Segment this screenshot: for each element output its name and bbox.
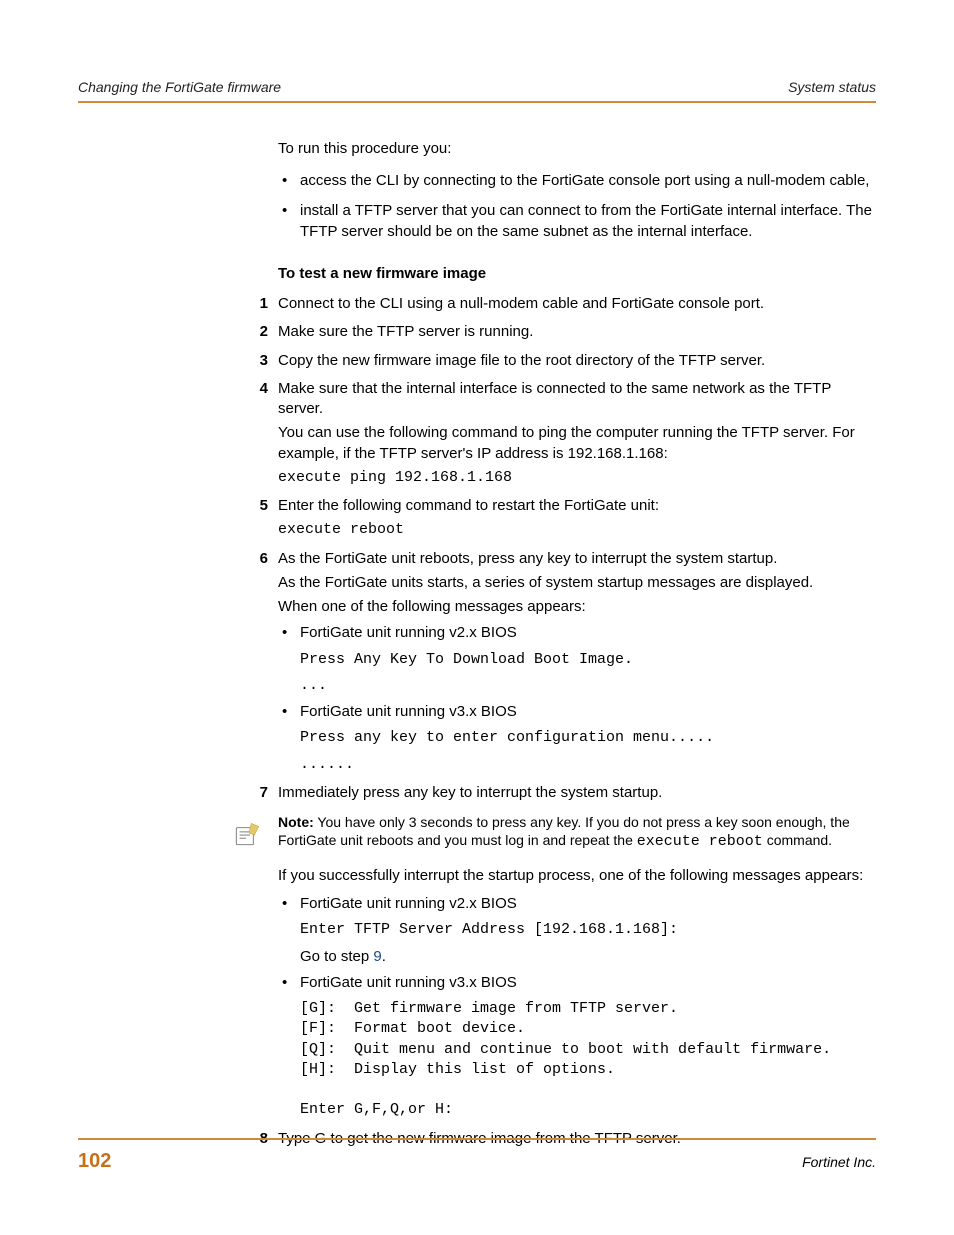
- step-text: Make sure that the internal interface is…: [278, 379, 876, 420]
- running-header: Changing the FortiGate firmware System s…: [78, 78, 876, 101]
- sub-bullet: FortiGate unit running v2.x BIOS: [278, 623, 876, 643]
- sub-bullets: FortiGate unit running v3.x BIOS: [278, 973, 876, 993]
- step-6: 6 As the FortiGate unit reboots, press a…: [238, 549, 876, 775]
- step-text: Copy the new firmware image file to the …: [278, 351, 876, 371]
- step-number: 4: [238, 379, 268, 399]
- code-line: Press any key to enter configuration men…: [300, 728, 876, 748]
- intro-bullet: install a TFTP server that you can conne…: [278, 201, 876, 242]
- sub-bullets: FortiGate unit running v2.x BIOS: [278, 623, 876, 643]
- code-line: Press Any Key To Download Boot Image.: [300, 650, 876, 670]
- code-line: execute ping 192.168.1.168: [278, 468, 876, 488]
- code-line: ...: [300, 676, 876, 696]
- goto-step: Go to step 9.: [300, 947, 876, 967]
- step-7: 7 Immediately press any key to interrupt…: [238, 783, 876, 803]
- footer-rule: [78, 1138, 876, 1140]
- header-left: Changing the FortiGate firmware: [78, 78, 281, 97]
- sub-bullet: FortiGate unit running v3.x BIOS: [278, 702, 876, 722]
- intro-lead: To run this procedure you:: [278, 139, 876, 159]
- sub-bullet: FortiGate unit running v3.x BIOS: [278, 973, 876, 993]
- step-text: Connect to the CLI using a null-modem ca…: [278, 294, 876, 314]
- goto-text: .: [382, 948, 386, 965]
- step-5: 5 Enter the following command to restart…: [238, 496, 876, 541]
- note-bold: Note:: [278, 814, 314, 830]
- note-text: Note: You have only 3 seconds to press a…: [278, 813, 876, 852]
- step-number: 1: [238, 294, 268, 314]
- footer: 102 Fortinet Inc.: [78, 1138, 876, 1175]
- header-rule: [78, 101, 876, 103]
- step-number: 5: [238, 496, 268, 516]
- step-text: As the FortiGate unit reboots, press any…: [278, 549, 876, 569]
- step-text: Enter the following command to restart t…: [278, 496, 876, 516]
- note-block: Note: You have only 3 seconds to press a…: [230, 813, 876, 852]
- step-number: 7: [238, 783, 268, 803]
- page: Changing the FortiGate firmware System s…: [0, 0, 954, 1235]
- page-number: 102: [78, 1148, 111, 1175]
- step-text: When one of the following messages appea…: [278, 597, 876, 617]
- sub-bullets: FortiGate unit running v3.x BIOS: [278, 702, 876, 722]
- step-text: Immediately press any key to interrupt t…: [278, 783, 876, 803]
- intro-bullet: access the CLI by connecting to the Fort…: [278, 171, 876, 191]
- step-text: You can use the following command to pin…: [278, 423, 876, 464]
- code-line: ......: [300, 755, 876, 775]
- step-2: 2 Make sure the TFTP server is running.: [238, 322, 876, 342]
- step-number: 3: [238, 351, 268, 371]
- step-text: Make sure the TFTP server is running.: [278, 322, 876, 342]
- code-block: [G]: Get firmware image from TFTP server…: [300, 999, 876, 1121]
- body-content: To run this procedure you: access the CL…: [278, 139, 876, 1149]
- goto-text: Go to step: [300, 948, 373, 965]
- post-note-lead: If you successfully interrupt the startu…: [278, 866, 876, 886]
- code-line: execute reboot: [278, 520, 876, 540]
- steps-list: 1 Connect to the CLI using a null-modem …: [278, 294, 876, 803]
- note-span: command.: [763, 832, 832, 848]
- note-code: execute reboot: [637, 833, 763, 850]
- step-1: 1 Connect to the CLI using a null-modem …: [238, 294, 876, 314]
- step-3: 3 Copy the new firmware image file to th…: [238, 351, 876, 371]
- sub-bullets: FortiGate unit running v2.x BIOS: [278, 894, 876, 914]
- step-number: 6: [238, 549, 268, 569]
- step-4: 4 Make sure that the internal interface …: [238, 379, 876, 488]
- note-icon: [230, 817, 264, 851]
- intro-bullets: access the CLI by connecting to the Fort…: [278, 171, 876, 242]
- goto-link-9[interactable]: 9: [373, 948, 381, 965]
- header-right: System status: [788, 78, 876, 97]
- code-line: Enter TFTP Server Address [192.168.1.168…: [300, 920, 876, 940]
- sub-bullet: FortiGate unit running v2.x BIOS: [278, 894, 876, 914]
- step-number: 2: [238, 322, 268, 342]
- section-title: To test a new firmware image: [278, 264, 876, 284]
- step-text: As the FortiGate units starts, a series …: [278, 573, 876, 593]
- footer-company: Fortinet Inc.: [802, 1153, 876, 1172]
